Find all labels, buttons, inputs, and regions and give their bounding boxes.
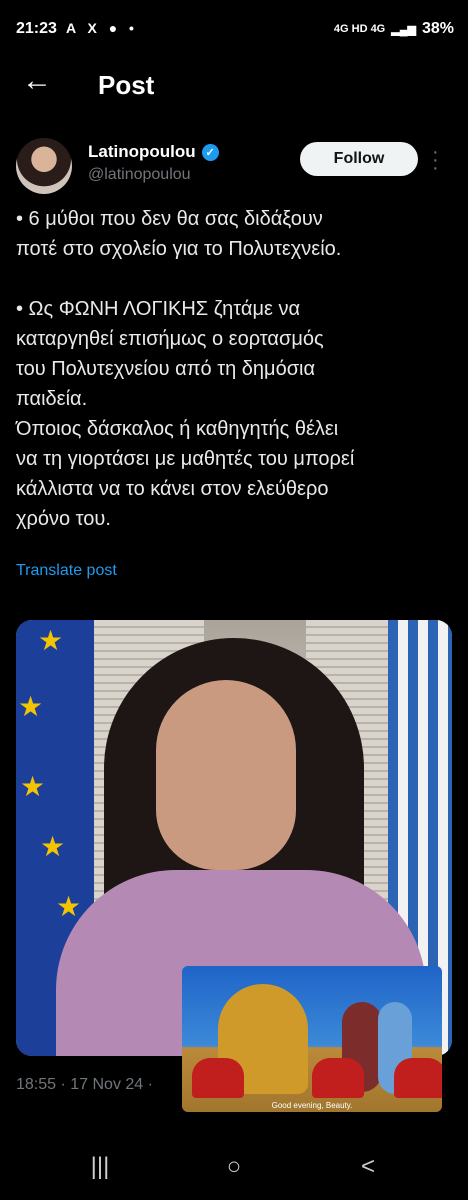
- star-icon: ★: [40, 831, 66, 862]
- picture-in-picture-video[interactable]: Good evening, Beauty.: [182, 966, 442, 1112]
- back-arrow-icon[interactable]: ←: [22, 66, 52, 96]
- status-bar: 21:23 A X ● • 4G HD 4G ▂▄▆ 38%: [0, 0, 468, 58]
- star-icon: ★: [20, 771, 46, 802]
- signal-icon: ▂▄▆: [391, 23, 416, 36]
- status-time: 21:23: [16, 20, 57, 37]
- follow-button[interactable]: Follow: [300, 142, 418, 176]
- system-nav-bar: ||| ○ <: [0, 1134, 468, 1200]
- back-icon[interactable]: <: [348, 1152, 388, 1182]
- chair: [394, 1058, 442, 1098]
- tweet-line: χρόνο του.: [16, 508, 111, 530]
- video-caption: Good evening, Beauty.: [271, 1101, 353, 1110]
- tweet-line: να τη γιορτάσει με μαθητές του μπορεί: [16, 448, 355, 470]
- notification-icons: A X ● •: [66, 20, 138, 36]
- home-icon[interactable]: ○: [214, 1152, 254, 1182]
- star-icon: ★: [56, 891, 82, 922]
- chair: [192, 1058, 244, 1098]
- tweet-line: του Πολυτεχνείου από τη δημόσια: [16, 358, 316, 380]
- tweet-line: • 6 μύθοι που δεν θα σας διδάξουν: [16, 208, 323, 230]
- more-options-icon[interactable]: · · ·: [432, 142, 439, 178]
- person-face: [156, 680, 296, 870]
- author-name[interactable]: Latinopoulou: [88, 142, 196, 162]
- tweet-line: • Ως ΦΩΝΗ ΛΟΓΙΚΗΣ ζητάμε να: [16, 298, 301, 320]
- battery-level: 38%: [421, 20, 454, 37]
- star-icon: ★: [38, 625, 64, 656]
- page-title: Post: [98, 70, 155, 100]
- top-app-bar: ← Post: [0, 58, 468, 110]
- status-right: 4G HD 4G ▂▄▆ 38%: [334, 20, 454, 38]
- author-handle[interactable]: @latinopoulou: [88, 166, 191, 184]
- verified-badge-icon: ✓: [201, 143, 219, 161]
- network-icon: 4G HD 4G: [333, 23, 386, 35]
- tweet-text: • 6 μύθοι που δεν θα σας διδάξουν ποτέ σ…: [16, 204, 456, 534]
- chair: [312, 1058, 364, 1098]
- star-icon: ★: [18, 691, 44, 722]
- translate-post-link[interactable]: Translate post: [16, 562, 117, 580]
- recents-icon[interactable]: |||: [80, 1152, 120, 1182]
- tweet-line: κάλλιστα να το κάνει στον ελεύθερο: [16, 478, 329, 500]
- author-name-row[interactable]: Latinopoulou ✓: [88, 142, 219, 162]
- post-timestamp: 18:55 · 17 Nov 24 ·: [16, 1076, 153, 1093]
- tweet-line: Όποιος δάσκαλος ή καθηγητής θέλει: [16, 418, 339, 440]
- tweet-line: καταργηθεί επισήμως ο εορτασμός: [16, 328, 324, 350]
- tweet-line: ποτέ στο σχολείο για το Πολυτεχνείο.: [16, 238, 342, 260]
- tweet-line: παιδεία.: [16, 388, 88, 410]
- avatar[interactable]: [16, 138, 72, 194]
